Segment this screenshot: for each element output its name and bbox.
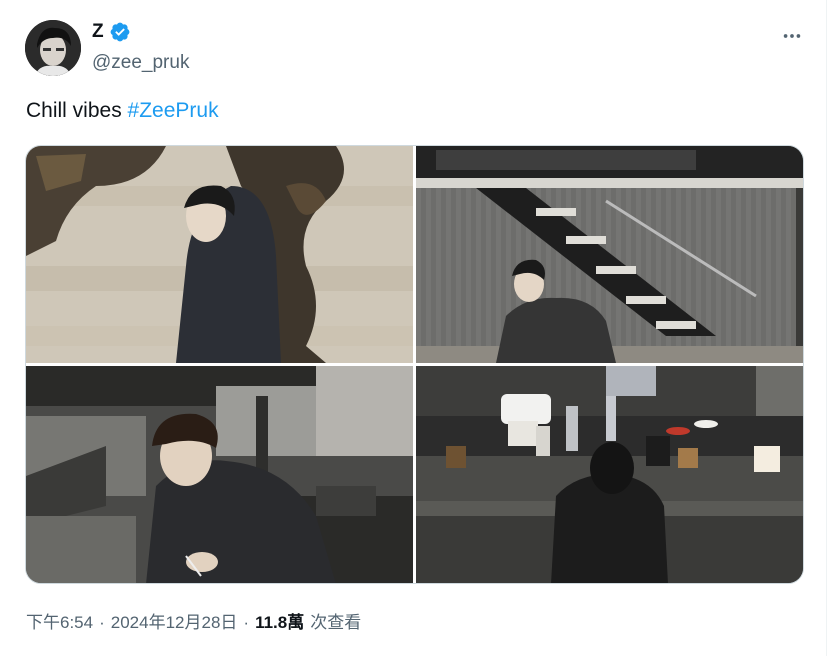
photo-grid <box>25 145 804 584</box>
photo-man-hoodie-cracked-wall[interactable] <box>26 146 413 363</box>
more-horizontal-icon[interactable] <box>778 22 806 50</box>
photo-man-coffee-bar[interactable] <box>416 366 803 583</box>
tweet-meta: 下午6:54 · 2024年12月28日 · 11.8萬 次查看 <box>26 608 361 633</box>
tweet-text: Chill vibes #ZeePruk <box>26 99 219 123</box>
tweet-body: Chill vibes <box>26 99 122 122</box>
verified-badge-icon[interactable] <box>109 21 131 43</box>
hashtag-link[interactable]: #ZeePruk <box>128 99 219 122</box>
photo-man-writing-table[interactable] <box>26 366 413 583</box>
tweet-card: Z @zee_pruk Chill vibes #ZeePruk 下午6:54 … <box>0 0 827 656</box>
meta-separator: · <box>243 613 250 632</box>
tweet-time[interactable]: 下午6:54 <box>26 608 93 633</box>
views-count[interactable]: 11.8萬 <box>255 608 304 633</box>
views-label: 次查看 <box>310 613 362 632</box>
meta-separator: · <box>99 613 105 632</box>
user-avatar[interactable] <box>25 20 81 76</box>
display-name[interactable]: Z <box>92 21 104 43</box>
tweet-date[interactable]: 2024年12月28日 <box>111 608 238 633</box>
user-handle[interactable]: @zee_pruk <box>92 52 189 74</box>
photo-man-window-stairs[interactable] <box>416 146 803 363</box>
name-row: Z <box>92 21 131 43</box>
